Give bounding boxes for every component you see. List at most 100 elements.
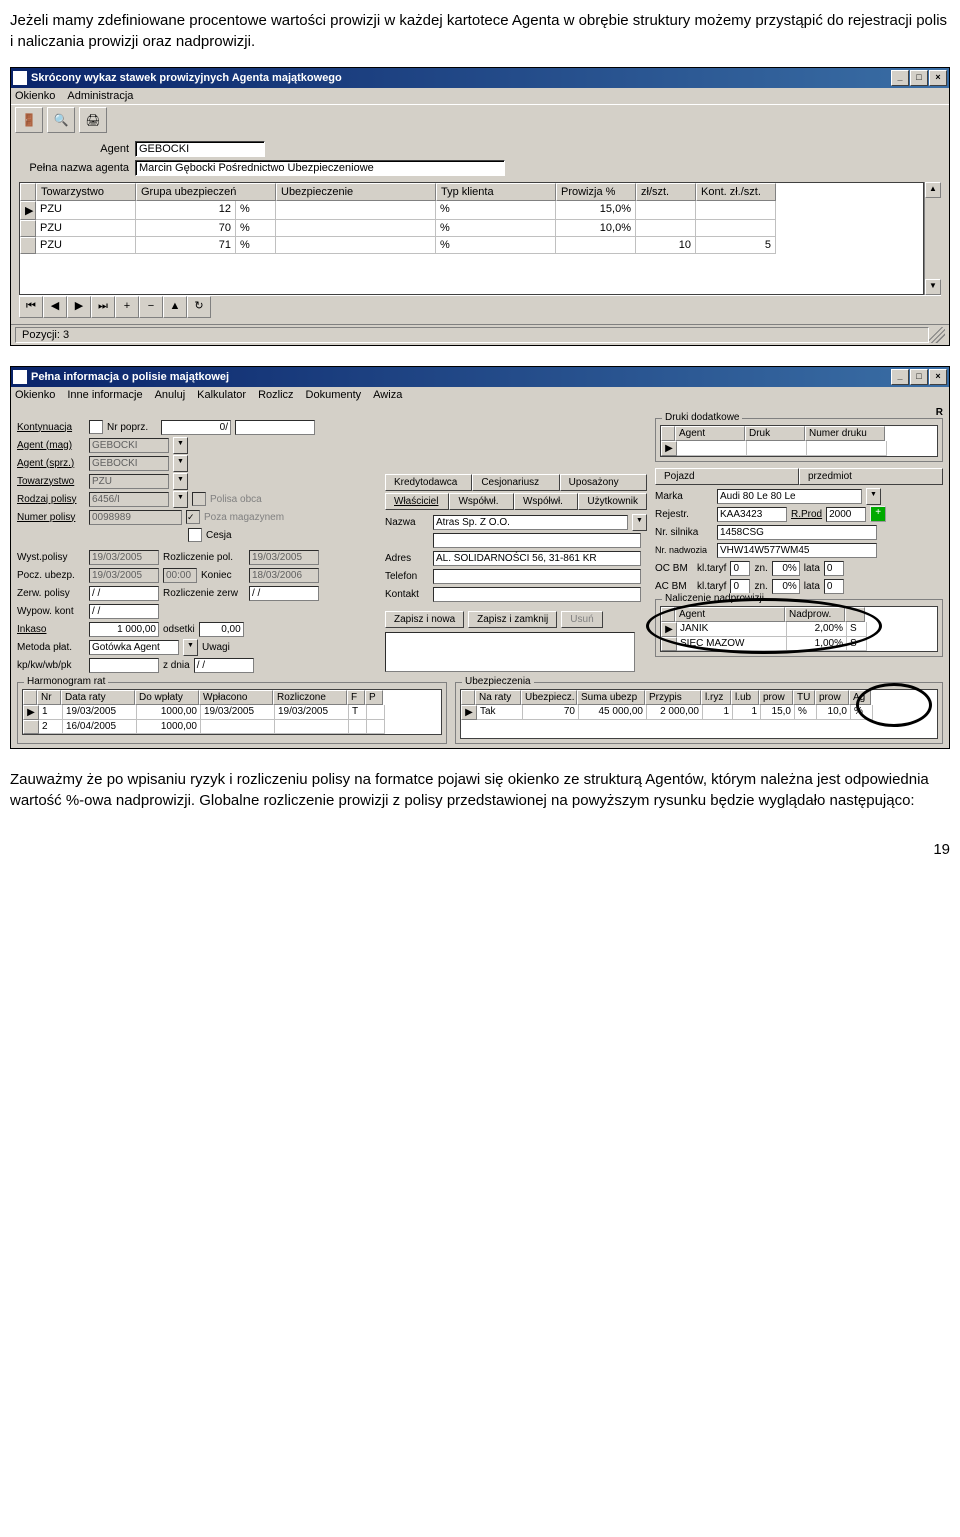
minimize-button[interactable]: _: [891, 70, 909, 86]
col-grupa[interactable]: Grupa ubezpieczeń: [136, 183, 276, 201]
exit-button[interactable]: 🚪: [15, 107, 43, 133]
nazwa-field2[interactable]: [433, 533, 641, 548]
kontakt-field[interactable]: [433, 587, 641, 602]
close-button[interactable]: ×: [929, 70, 947, 86]
titlebar[interactable]: Skrócony wykaz stawek prowizyjnych Agent…: [11, 68, 949, 88]
uwagi-field[interactable]: [385, 632, 635, 672]
menu-administracja[interactable]: Administracja: [67, 90, 133, 102]
nadprow-grid[interactable]: Agent Nadprow. ▶ JANIK 2,00% S SIE: [660, 606, 938, 652]
rodzaj-polisy-field[interactable]: 6456/I: [89, 492, 169, 507]
dropdown-icon[interactable]: ▼: [173, 473, 188, 490]
tab-uzytkownik[interactable]: Użytkownik: [578, 493, 647, 510]
wypow-kont-field[interactable]: / /: [89, 604, 159, 619]
dropdown-icon[interactable]: ▼: [173, 455, 188, 472]
nr-poprz-field[interactable]: 0/: [161, 420, 231, 435]
nr-nadwozia-field[interactable]: VHW14W577WM45: [717, 543, 877, 558]
adres-field[interactable]: AL. SOLIDARNOŚCI 56, 31-861 KR: [433, 551, 641, 566]
koniec-field[interactable]: 18/03/2006: [249, 568, 319, 583]
harmonogram-grid[interactable]: Nr Data raty Do wpłaty Wpłacono Rozliczo…: [22, 689, 442, 735]
grid-row[interactable]: PZU 71 % % 10 5: [20, 237, 923, 254]
col-towarzystwo[interactable]: Towarzystwo: [36, 183, 136, 201]
nr-poprz-field2[interactable]: [235, 420, 315, 435]
vertical-scrollbar[interactable]: ▲ ▼: [924, 182, 941, 295]
commission-grid[interactable]: Towarzystwo Grupa ubezpieczeń Ubezpiecze…: [19, 182, 924, 295]
scroll-up-icon[interactable]: ▲: [925, 182, 941, 198]
dropdown-icon[interactable]: ▼: [632, 514, 647, 531]
agent-full-name-field[interactable]: Marcin Gębocki Pośrednictwo Ubezpieczeni…: [135, 160, 505, 176]
save-close-button[interactable]: Zapisz i zamknij: [468, 611, 557, 628]
menu-kalkulator[interactable]: Kalkulator: [197, 389, 246, 401]
numer-polisy-field[interactable]: 0098989: [89, 510, 182, 525]
dropdown-icon[interactable]: ▼: [173, 491, 188, 508]
grid-row[interactable]: SIEC MAZOW 1,00% S: [661, 637, 937, 651]
menu-dokumenty[interactable]: Dokumenty: [306, 389, 362, 401]
telefon-field[interactable]: [433, 569, 641, 584]
odsetki-field[interactable]: 0,00: [199, 622, 244, 637]
col-prowizja[interactable]: Prowizja %: [556, 183, 636, 201]
menu-rozlicz[interactable]: Rozlicz: [258, 389, 293, 401]
grid-row[interactable]: PZU 70 % % 10,0%: [20, 220, 923, 237]
tab-wlasciciel[interactable]: Właściciel: [385, 493, 449, 510]
tab-pojazd[interactable]: Pojazd: [655, 468, 799, 485]
pocz-ubezp-field[interactable]: 19/03/2005: [89, 568, 159, 583]
maximize-button[interactable]: □: [910, 70, 928, 86]
save-new-button[interactable]: Zapisz i nowa: [385, 611, 464, 628]
kpkw-field[interactable]: [89, 658, 159, 673]
godz-field[interactable]: 00:00: [163, 568, 197, 583]
grid-row[interactable]: 2 16/04/2005 1000,00: [23, 720, 441, 734]
resize-grip[interactable]: [929, 327, 945, 343]
add-icon[interactable]: +: [870, 506, 886, 522]
titlebar[interactable]: Pełna informacja o polisie majątkowej _ …: [11, 367, 949, 387]
col-zlszt[interactable]: zł/szt.: [636, 183, 696, 201]
nav-edit[interactable]: ▲: [163, 296, 187, 318]
preview-button[interactable]: 🔍: [47, 107, 75, 133]
tab-przedmiot[interactable]: przedmiot: [799, 468, 943, 485]
menu-inne[interactable]: Inne informacje: [67, 389, 142, 401]
dropdown-icon[interactable]: ▼: [173, 437, 188, 454]
delete-button[interactable]: Usuń: [561, 611, 602, 628]
rejestr-field[interactable]: KAA3423: [717, 507, 787, 522]
grid-row[interactable]: ▶ Tak 70 45 000,00 2 000,00 1 1 15,0 % 1…: [461, 705, 937, 720]
nav-last[interactable]: ⏭: [91, 296, 115, 318]
agent-sprz-field[interactable]: GEBOCKI: [89, 456, 169, 471]
metoda-plat-field[interactable]: Gotówka Agent: [89, 640, 179, 655]
rozl-zerw-field[interactable]: / /: [249, 586, 319, 601]
scroll-down-icon[interactable]: ▼: [925, 279, 941, 295]
close-button[interactable]: ×: [929, 369, 947, 385]
nav-prev[interactable]: ◀: [43, 296, 67, 318]
z-dnia-field[interactable]: / /: [194, 658, 254, 673]
print-button[interactable]: 🖨: [79, 107, 107, 133]
tab-wspolwl1[interactable]: Współwł.: [449, 493, 513, 510]
nav-first[interactable]: ⏮: [19, 296, 43, 318]
tab-wspolwl2[interactable]: Współwł.: [514, 493, 578, 510]
grid-row[interactable]: ▶ 1 19/03/2005 1000,00 19/03/2005 19/03/…: [23, 705, 441, 720]
rozl-pol-field[interactable]: 19/03/2005: [249, 550, 319, 565]
grid-row[interactable]: ▶ JANIK 2,00% S: [661, 622, 937, 637]
zerw-polisy-field[interactable]: / /: [89, 586, 159, 601]
tab-cesjonariusz[interactable]: Cesjonariusz: [472, 474, 559, 491]
nav-add[interactable]: +: [115, 296, 139, 318]
dropdown-icon[interactable]: ▼: [866, 488, 881, 505]
inkaso-field[interactable]: 1 000,00: [89, 622, 159, 637]
grid-row[interactable]: ▶ PZU 12 % % 15,0%: [20, 201, 923, 220]
towarzystwo-field[interactable]: PZU: [89, 474, 169, 489]
menu-anuluj[interactable]: Anuluj: [155, 389, 186, 401]
minimize-button[interactable]: _: [891, 369, 909, 385]
col-kont[interactable]: Kont. zł./szt.: [696, 183, 776, 201]
checkbox-kontynuacja[interactable]: [89, 420, 103, 434]
druki-grid[interactable]: Agent Druk Numer druku ▶: [660, 425, 938, 457]
checkbox-cesja[interactable]: [188, 528, 202, 542]
nav-next[interactable]: ▶: [67, 296, 91, 318]
nav-remove[interactable]: −: [139, 296, 163, 318]
ubezpieczenia-grid[interactable]: Na raty Ubezpiecz. Suma ubezp Przypis l.…: [460, 689, 938, 739]
nr-silnika-field[interactable]: 1458CSG: [717, 525, 877, 540]
marka-field[interactable]: Audi 80 Le 80 Le: [717, 489, 862, 504]
tab-kredytodawca[interactable]: Kredytodawca: [385, 474, 472, 491]
col-ubezpieczenie[interactable]: Ubezpieczenie: [276, 183, 436, 201]
nav-refresh[interactable]: ↻: [187, 296, 211, 318]
dropdown-icon[interactable]: ▼: [183, 639, 198, 656]
menu-awiza[interactable]: Awiza: [373, 389, 402, 401]
wyst-polisy-field[interactable]: 19/03/2005: [89, 550, 159, 565]
col-typ-klienta[interactable]: Typ klienta: [436, 183, 556, 201]
menu-okienko[interactable]: Okienko: [15, 389, 55, 401]
